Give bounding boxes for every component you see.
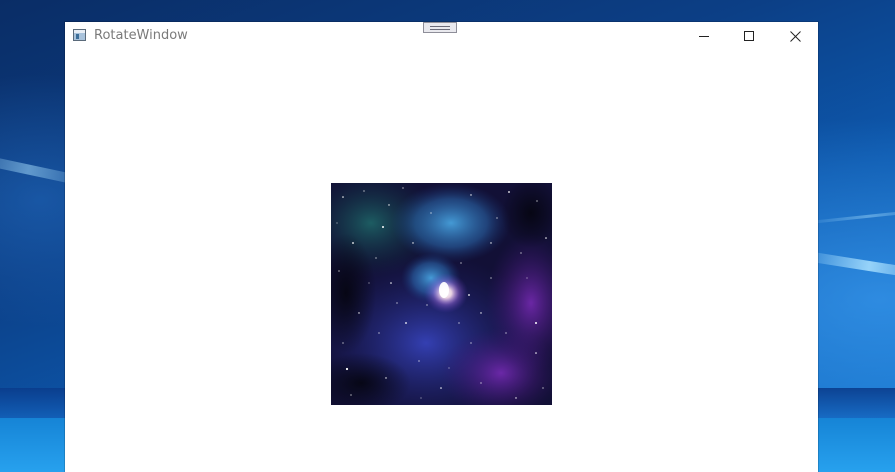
minimize-button[interactable] — [681, 22, 727, 51]
minimize-icon — [698, 36, 709, 37]
rotate-window[interactable]: RotateWindow — [65, 22, 818, 472]
app-window-icon[interactable] — [73, 29, 86, 41]
close-icon — [789, 31, 801, 42]
drag-grip-icon[interactable] — [423, 22, 457, 33]
nebula-graphic — [331, 183, 552, 405]
maximize-button[interactable] — [726, 22, 772, 51]
window-title: RotateWindow — [94, 28, 188, 43]
maximize-icon — [743, 31, 754, 41]
close-button[interactable] — [772, 22, 818, 51]
space-nebula-image — [331, 183, 552, 405]
